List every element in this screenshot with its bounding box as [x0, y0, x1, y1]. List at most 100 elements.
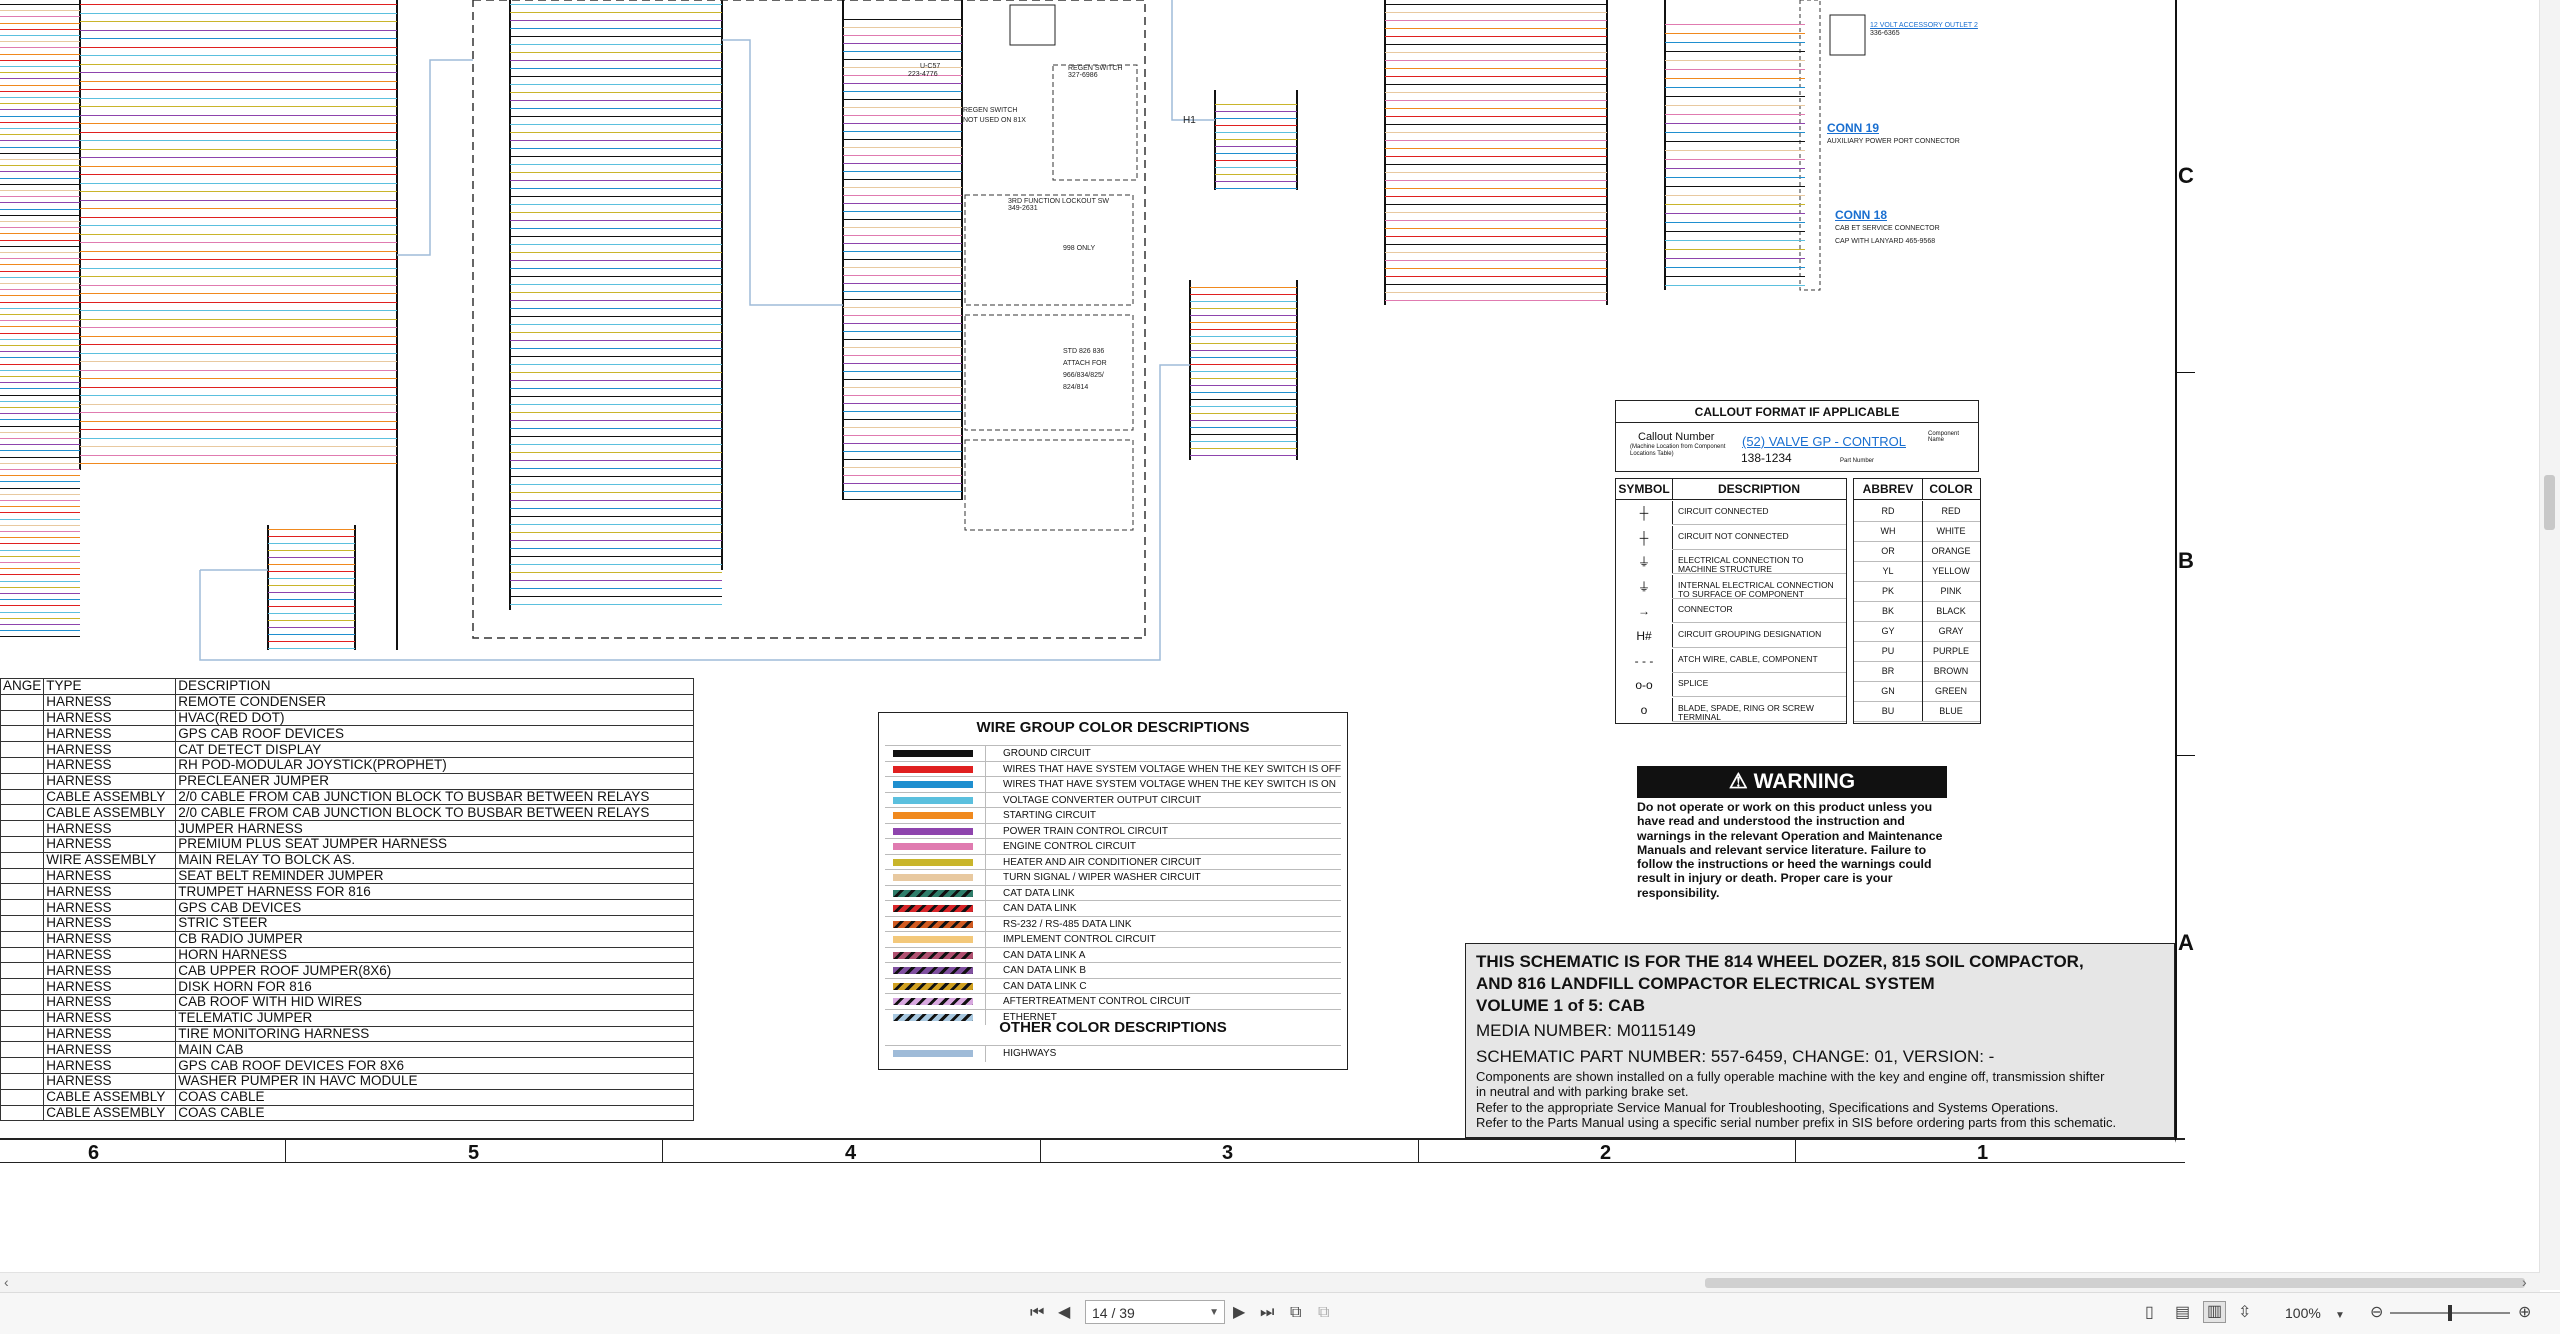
conn18-link[interactable]: CONN 18 [1835, 208, 1887, 222]
description-cell: CAB UPPER ROOF JUMPER(8X6) [175, 962, 695, 980]
table-row: ANGE TYPE DESCRIPTION [0, 678, 695, 695]
wire-line [80, 259, 397, 260]
wire-line [80, 140, 397, 141]
wire-line [1190, 420, 1297, 421]
wire-line [0, 624, 80, 625]
zoom-slider-knob[interactable] [2448, 1305, 2452, 1321]
wire-line [0, 264, 80, 266]
continuous-view-icon[interactable]: ▤ [2175, 1303, 2190, 1323]
wire-line [510, 492, 722, 493]
color-swatch [893, 781, 973, 788]
color-swatch [893, 874, 973, 881]
wire-line [0, 345, 80, 346]
wire-line [1190, 392, 1297, 393]
wire-line [843, 395, 962, 396]
wire-group-row: HEATER AND AIR CONDITIONER CIRCUIT [885, 853, 1341, 870]
attach-models: 966/834/825/ [1063, 372, 1104, 379]
wire-line [0, 196, 80, 198]
vertical-scroll-thumb[interactable] [2544, 475, 2555, 530]
right-frame [2175, 0, 2177, 1140]
symbol-glyph: ⏚ [1616, 550, 1673, 575]
table-row: HARNESS DISK HORN FOR 816 [0, 978, 695, 995]
two-page-view-icon[interactable]: ▥ [2203, 1301, 2227, 1323]
color-swatch [893, 967, 973, 974]
prev-page-icon[interactable]: ◀ [1058, 1303, 1070, 1323]
conn19-link[interactable]: CONN 19 [1827, 121, 1879, 135]
wire-line [0, 121, 80, 123]
callout-component-link[interactable]: (52) VALVE GP - CONTROL [1742, 434, 1906, 449]
single-page-view-icon[interactable]: ▯ [2145, 1303, 2154, 1323]
wire-line [0, 580, 80, 582]
wire-line [1385, 244, 1607, 245]
wire-line [510, 292, 722, 293]
warning-banner: ⚠ WARNING [1637, 766, 1947, 798]
wire-line [80, 361, 397, 362]
fit-page-icon[interactable]: ⧉ [1290, 1303, 1301, 1323]
wire-line [1215, 146, 1297, 147]
wire-line [80, 327, 397, 328]
wire-line [510, 428, 722, 429]
wire-line [268, 648, 355, 649]
wire-line [1665, 150, 1805, 151]
first-page-icon[interactable]: ⏮ [1030, 1303, 1044, 1323]
last-page-icon[interactable]: ⏭ [1260, 1303, 1274, 1323]
horizontal-scroll-thumb[interactable] [1705, 1278, 2525, 1288]
wire-line [1665, 159, 1805, 160]
wire-line [0, 190, 80, 191]
wire-line [843, 171, 962, 172]
page-number-field[interactable]: 14 / 39 ▼ [1085, 1300, 1225, 1324]
wire-line [0, 394, 80, 396]
wire-group-row: VOLTAGE CONVERTER OUTPUT CIRCUIT [885, 791, 1341, 808]
wire-line [843, 291, 962, 292]
wire-line [1665, 51, 1805, 52]
wire-line [510, 412, 722, 413]
type-cell: CABLE ASSEMBLY [43, 804, 177, 822]
wire-line [510, 68, 722, 69]
next-page-icon[interactable]: ▶ [1233, 1303, 1245, 1323]
wire-line [0, 475, 80, 477]
change-cell [0, 772, 45, 790]
symbol-glyph: o-o [1616, 673, 1673, 698]
scroll-right-icon[interactable]: › [2522, 1274, 2527, 1290]
horizontal-scrollbar[interactable]: ‹ › [0, 1272, 2540, 1293]
zoom-out-icon[interactable]: ⊖ [2370, 1303, 2383, 1323]
wire-line [510, 116, 722, 117]
wire-line [510, 596, 722, 597]
table-row: HARNESS GPS CAB DEVICES [0, 899, 695, 916]
wire-line [843, 155, 962, 156]
change-cell [0, 1009, 45, 1027]
zoom-in-icon[interactable]: ⊕ [2518, 1303, 2531, 1323]
chevron-down-icon[interactable]: ▼ [1209, 1301, 1219, 1325]
wire-line [0, 481, 80, 483]
wire-line [1665, 42, 1805, 43]
type-cell: HARNESS [43, 1057, 177, 1074]
rotate-view-icon[interactable]: ⇳ [2238, 1303, 2251, 1323]
scroll-left-icon[interactable]: ‹ [4, 1274, 9, 1290]
row-divider [1672, 597, 1846, 599]
zoom-dropdown-icon[interactable]: ▼ [2335, 1306, 2345, 1326]
wire-line [1190, 357, 1297, 358]
wire-line [843, 491, 962, 492]
outlet-link[interactable]: 12 VOLT ACCESSORY OUTLET 2 [1870, 22, 1978, 29]
zoom-slider[interactable] [2390, 1305, 2510, 1321]
symbol-table: SYMBOL DESCRIPTION ┼ CIRCUIT CONNECTED ┼ CI… [1615, 478, 1847, 724]
wire-line [0, 636, 80, 638]
attach-models-2: 824/814 [1063, 384, 1089, 391]
row-divider [1672, 548, 1846, 550]
wire-group-row: IMPLEMENT CONTROL CIRCUIT [885, 931, 1341, 948]
wire-line [268, 620, 355, 621]
wire-line [1215, 153, 1297, 154]
wire-line [510, 164, 722, 165]
vertical-scrollbar[interactable] [2539, 0, 2560, 1290]
wire-group-row: CAN DATA LINK B [885, 962, 1341, 979]
note-4: Refer to the Parts Manual using a specif… [1476, 1115, 2117, 1130]
fit-width-icon[interactable]: ⧉ [1318, 1303, 1329, 1323]
wire-line [843, 67, 962, 68]
uc57-part: 223-4776 [908, 71, 938, 78]
wire-line [0, 419, 80, 421]
wire-line [1215, 104, 1297, 105]
table-row: HARNESS HORN HARNESS [0, 946, 695, 964]
wire-line [1190, 385, 1297, 386]
wire-line [0, 320, 80, 322]
table-row: HARNESS CAB ROOF WITH HID WIRES [0, 993, 695, 1011]
